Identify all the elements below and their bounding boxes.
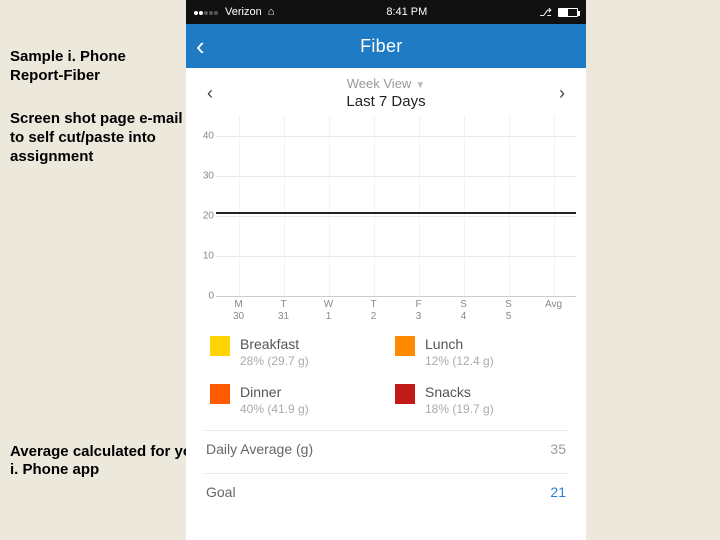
- nav-header: ‹ Fiber: [186, 24, 586, 68]
- legend-name: Dinner: [240, 384, 309, 400]
- legend-swatch-breakfast: [210, 336, 230, 356]
- goal-value: 21: [550, 484, 566, 500]
- prev-period-button[interactable]: ‹: [202, 83, 218, 104]
- goal-row[interactable]: Goal 21: [186, 474, 586, 510]
- legend-item-dinner: Dinner 40% (41.9 g): [210, 384, 377, 416]
- legend-sub: 18% (19.7 g): [425, 402, 494, 416]
- slide-annotation-title: Sample i. Phone Report-Fiber: [10, 48, 180, 86]
- date-range-label: Last 7 Days: [346, 93, 425, 110]
- next-period-button[interactable]: ›: [554, 83, 570, 104]
- legend-swatch-lunch: [395, 336, 415, 356]
- legend-sub: 28% (29.7 g): [240, 354, 309, 368]
- daily-average-value: 35: [550, 441, 566, 457]
- page-title: Fiber: [360, 36, 403, 57]
- legend-item-lunch: Lunch 12% (12.4 g): [395, 336, 562, 368]
- fiber-chart: 010203040 M30T31W1T2F3S4S5Avg: [186, 112, 586, 322]
- carrier-label: Verizon: [225, 6, 262, 18]
- chart-legend: Breakfast28% (29.7 g) Lunch12% (12.4 g) …: [186, 322, 586, 424]
- daily-average-label: Daily Average (g): [206, 441, 313, 457]
- clock-label: 8:41 PM: [386, 6, 427, 18]
- back-icon[interactable]: ‹: [196, 33, 205, 59]
- legend-name: Breakfast: [240, 336, 309, 352]
- slide-annotation-instructions: Screen shot page e-mail to self cut/past…: [10, 110, 190, 166]
- daily-average-row: Daily Average (g) 35: [186, 431, 586, 467]
- view-mode-dropdown[interactable]: Week View▼: [346, 76, 425, 91]
- status-bar: Verizon ⌂ 8:41 PM ⎇: [186, 0, 586, 24]
- legend-sub: 40% (41.9 g): [240, 402, 309, 416]
- summary-stats: Daily Average (g) 35 Goal 21: [186, 431, 586, 510]
- bluetooth-icon: ⎇: [539, 6, 552, 19]
- legend-sub: 12% (12.4 g): [425, 354, 494, 368]
- view-mode-label: Week View: [347, 76, 412, 91]
- legend-item-breakfast: Breakfast 28% (29.7 g): [210, 336, 377, 368]
- signal-dots-icon: [194, 6, 219, 18]
- battery-icon: [558, 8, 578, 17]
- goal-reference-line: [216, 212, 576, 214]
- phone-screenshot: Verizon ⌂ 8:41 PM ⎇ ‹ Fiber ‹ Week View▼…: [186, 0, 586, 540]
- legend-item-snacks: Snacks 18% (19.7 g): [395, 384, 562, 416]
- wifi-icon: ⌂: [268, 6, 275, 18]
- legend-swatch-dinner: [210, 384, 230, 404]
- goal-label: Goal: [206, 484, 236, 500]
- chevron-down-icon: ▼: [415, 80, 425, 91]
- legend-name: Snacks: [425, 384, 494, 400]
- legend-name: Lunch: [425, 336, 494, 352]
- legend-swatch-snacks: [395, 384, 415, 404]
- view-selector: ‹ Week View▼ Last 7 Days ›: [186, 68, 586, 112]
